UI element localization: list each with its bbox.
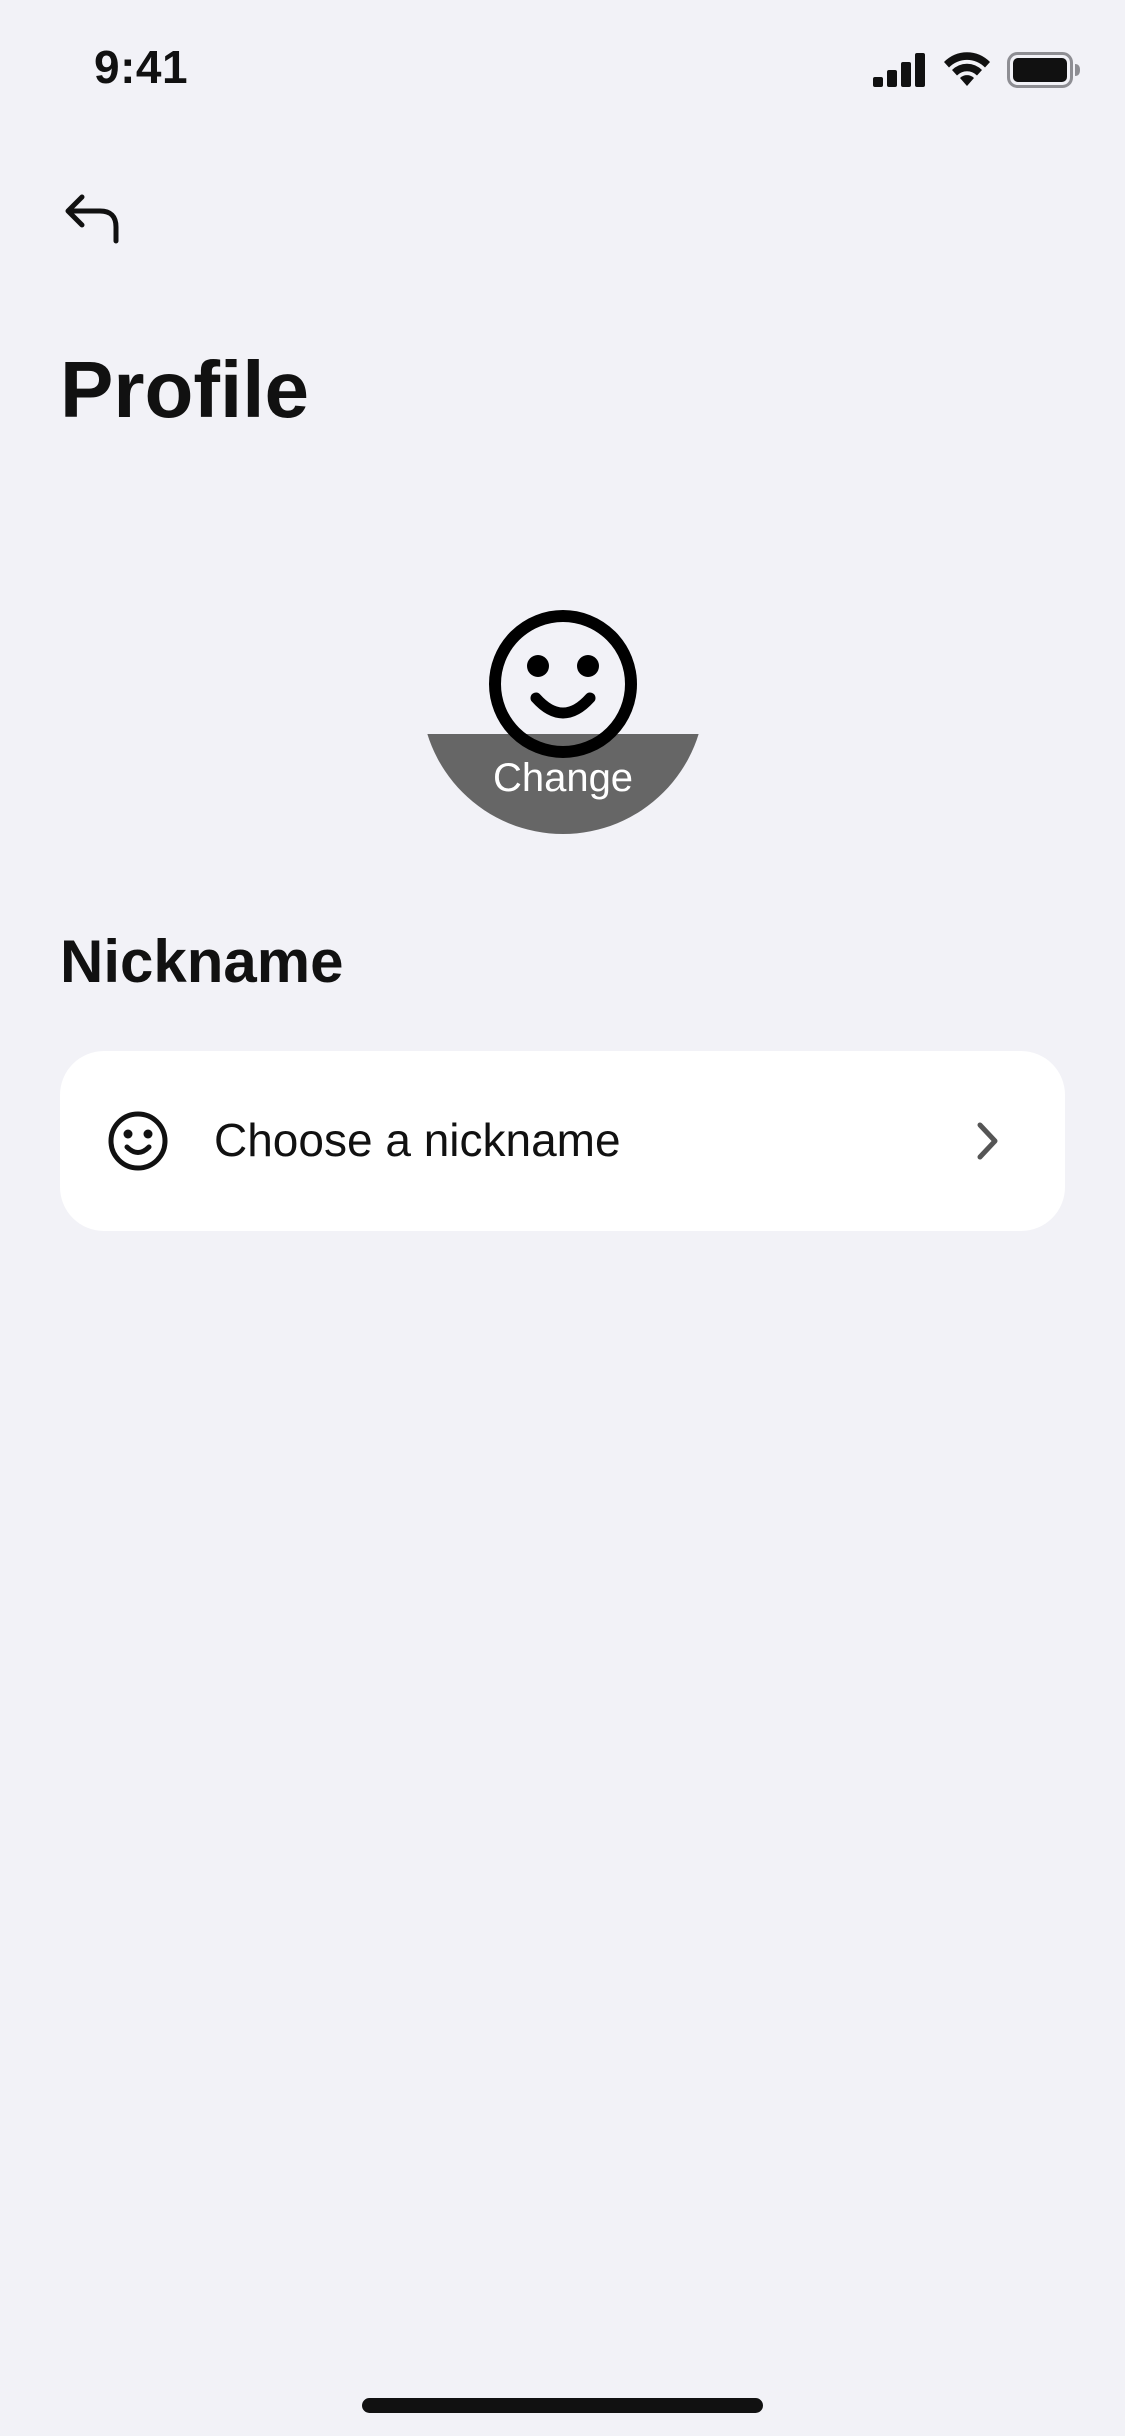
page-title: Profile — [60, 345, 309, 434]
avatar-change-button[interactable]: Change — [421, 550, 705, 834]
back-button[interactable] — [56, 190, 128, 250]
choose-nickname-label: Choose a nickname — [214, 1114, 621, 1166]
status-icons — [873, 50, 1081, 90]
status-bar: 9:41 — [0, 0, 1125, 132]
avatar-change-label: Change — [492, 756, 634, 800]
battery-icon — [1007, 52, 1081, 88]
wifi-icon — [943, 52, 991, 88]
nickname-section-heading: Nickname — [60, 928, 344, 995]
choose-nickname-row[interactable]: Choose a nickname — [60, 1051, 1065, 1231]
status-time: 9:41 — [94, 41, 189, 93]
chevron-right-icon — [975, 1119, 1001, 1163]
smiley-face-icon — [106, 1109, 170, 1173]
cellular-signal-icon — [873, 53, 927, 87]
home-indicator[interactable] — [362, 2398, 763, 2413]
back-arrow-icon — [62, 191, 122, 250]
